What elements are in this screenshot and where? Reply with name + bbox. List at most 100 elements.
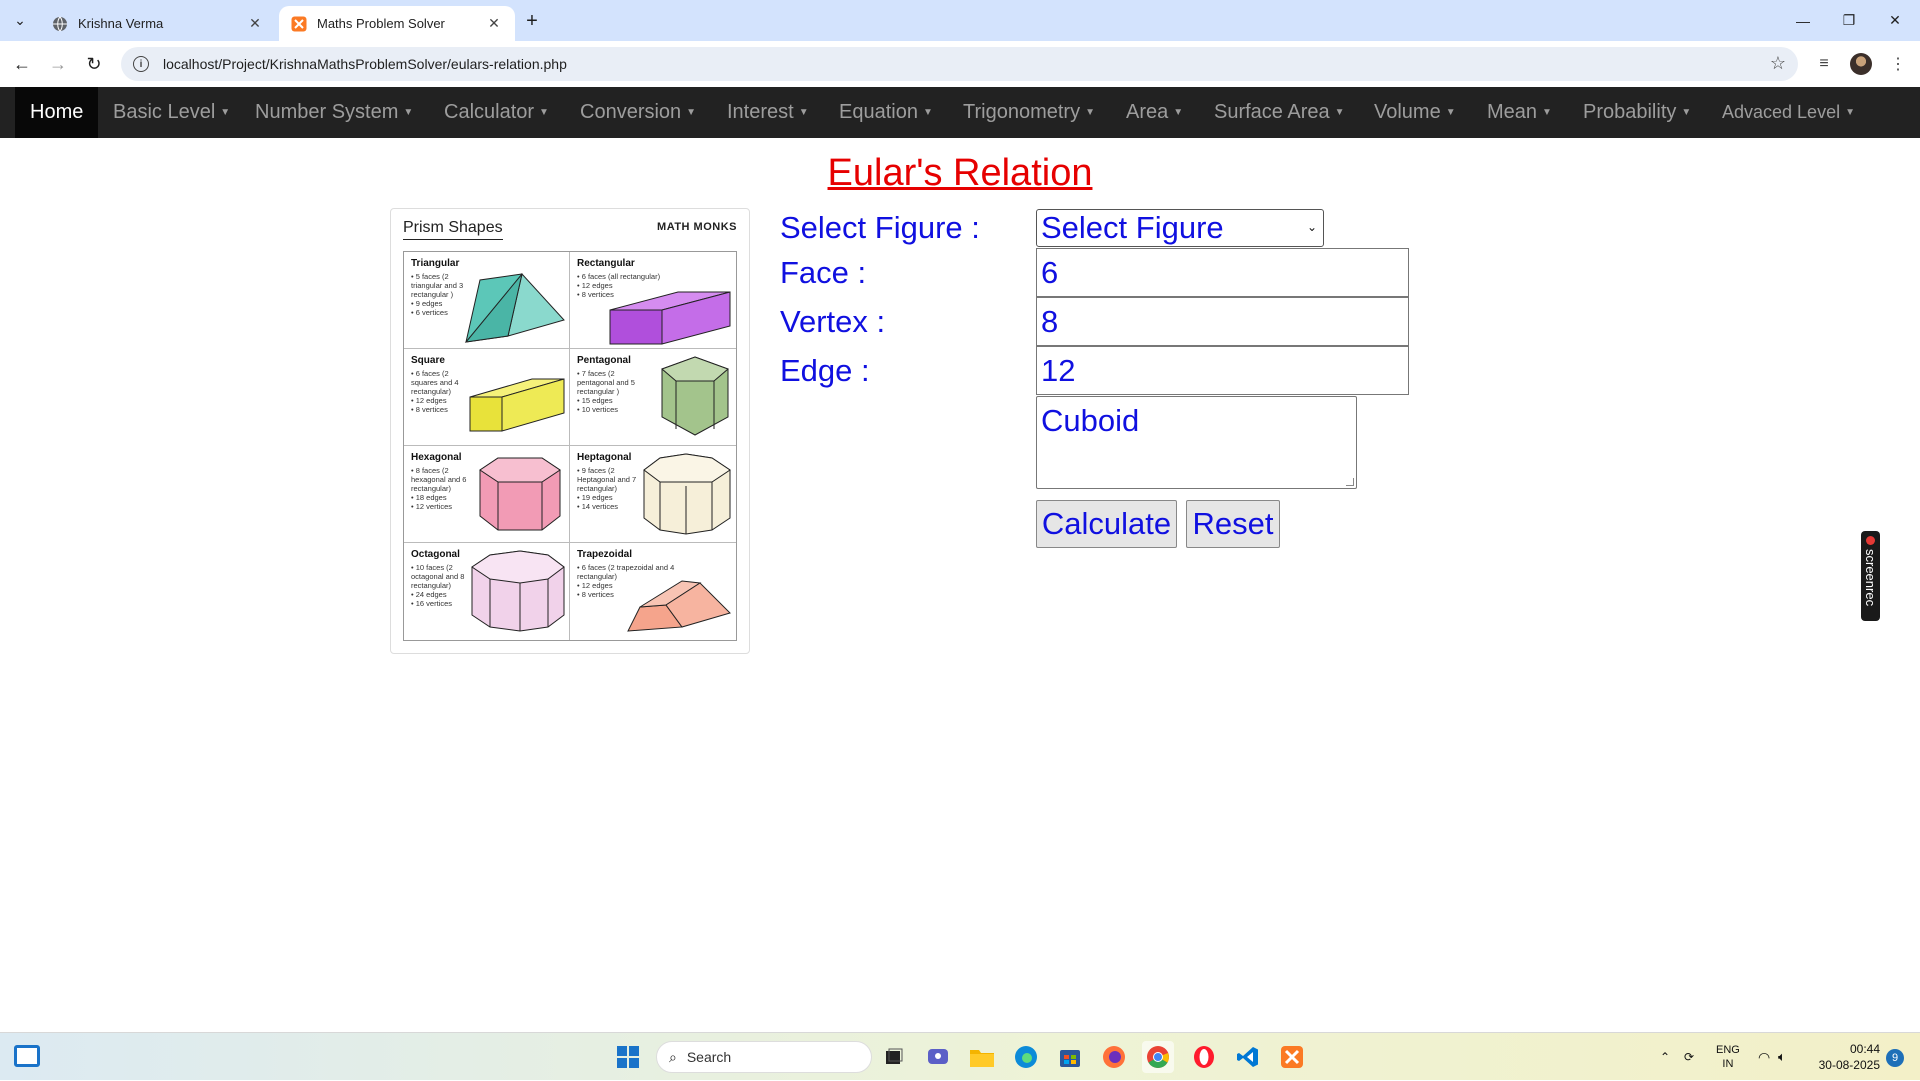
task-view-icon[interactable]	[878, 1041, 910, 1073]
heptagonal-prism-icon	[643, 453, 731, 535]
tray-chevron-up-icon[interactable]: ⌃	[1660, 1033, 1670, 1081]
nav-label: Calculator	[444, 101, 535, 123]
vertex-label: Vertex :	[780, 304, 886, 339]
prism-cell-heptagonal: Heptagonal 9 faces (2 Heptagonal and 7 r…	[570, 446, 736, 543]
start-windows-icon[interactable]	[612, 1041, 644, 1073]
nav-equation[interactable]: Equation ▼	[839, 87, 933, 138]
face-input[interactable]: 6	[1036, 248, 1409, 297]
taskbar-search[interactable]: ⌕ Search	[656, 1041, 872, 1073]
screenrec-label: screenrec	[1863, 549, 1878, 607]
nav-label: Surface Area	[1214, 101, 1330, 123]
nav-basic-level[interactable]: Basic Level ▼	[113, 87, 230, 138]
caret-down-icon: ▼	[403, 107, 414, 118]
nav-conversion[interactable]: Conversion ▼	[580, 87, 696, 138]
speaker-muted-icon[interactable]: 🔈︎	[1778, 1033, 1786, 1081]
caret-down-icon: ▼	[1845, 107, 1855, 118]
face-label: Face :	[780, 255, 867, 290]
windows-taskbar: ⌕ Search ⌃ ⟳ ENG IN ◠ 🔈︎ 00:44 30-08-202…	[0, 1032, 1920, 1080]
reload-icon[interactable]: ↻	[80, 50, 108, 78]
cell-facts: 7 faces (2 pentagonal and 5 rectangular …	[577, 369, 639, 414]
browser-tabstrip: ⌄ Krishna Verma ✕ Maths Problem Solver ✕…	[0, 0, 1920, 41]
fact: 18 edges	[411, 493, 473, 502]
meet-icon[interactable]	[922, 1041, 954, 1073]
nav-home-label: Home	[30, 101, 84, 123]
clock-date: 30-08-2025	[1818, 1058, 1880, 1072]
cell-title: Square	[411, 355, 445, 366]
tab-maths-problem-solver[interactable]: Maths Problem Solver ✕	[279, 6, 515, 41]
file-explorer-icon[interactable]	[966, 1041, 998, 1073]
nav-calculator[interactable]: Calculator ▼	[444, 87, 549, 138]
cell-title: Triangular	[411, 258, 460, 269]
xampp-taskbar-icon[interactable]	[1276, 1041, 1308, 1073]
bookmark-star-icon[interactable]: ☆	[1770, 53, 1786, 74]
cell-title: Heptagonal	[577, 452, 632, 463]
nav-area[interactable]: Area ▼	[1126, 87, 1183, 138]
media-controls-icon[interactable]: ≡	[1812, 52, 1836, 76]
lang-bottom: IN	[1722, 1058, 1734, 1070]
restore-icon[interactable]: ❐	[1826, 0, 1872, 41]
fact: 8 faces (2 hexagonal and 6 rectangular)	[411, 466, 473, 493]
sync-icon[interactable]: ⟳	[1684, 1033, 1694, 1081]
caret-down-icon: ▼	[686, 107, 697, 118]
back-arrow-icon[interactable]: ←	[8, 50, 36, 78]
taskbar-clock[interactable]: 00:44 30-08-2025	[1800, 1041, 1880, 1073]
result-textarea[interactable]: Cuboid	[1036, 396, 1357, 489]
more-menu-icon[interactable]: ⋮	[1886, 52, 1910, 76]
opera-icon[interactable]	[1188, 1041, 1220, 1073]
cell-facts: 10 faces (2 octagonal and 8 rectangular)…	[411, 563, 473, 608]
nav-surface-area[interactable]: Surface Area ▼	[1214, 87, 1345, 138]
close-icon[interactable]: ✕	[485, 15, 503, 33]
square-prism-icon	[469, 378, 565, 432]
calculate-button[interactable]: Calculate	[1036, 500, 1177, 548]
fact: 12 edges	[411, 396, 473, 405]
site-info-icon[interactable]: i	[133, 56, 149, 72]
minimize-icon[interactable]: —	[1780, 0, 1826, 41]
profile-avatar[interactable]	[1850, 53, 1872, 75]
select-figure-value: Select Figure	[1041, 210, 1224, 245]
edge-value: 12	[1041, 352, 1076, 388]
fact: 12 vertices	[411, 502, 473, 511]
reset-button[interactable]: Reset	[1186, 500, 1280, 548]
select-figure-dropdown[interactable]: Select Figure ⌄	[1036, 209, 1324, 247]
tab-title: Maths Problem Solver	[317, 16, 445, 31]
nav-volume[interactable]: Volume ▼	[1374, 87, 1456, 138]
tab-search-chevron-icon[interactable]: ⌄	[8, 8, 32, 32]
firefox-icon[interactable]	[1098, 1041, 1130, 1073]
edge-input[interactable]: 12	[1036, 346, 1409, 395]
screenrec-widget[interactable]: screenrec	[1861, 531, 1880, 621]
nav-trigonometry[interactable]: Trigonometry ▼	[963, 87, 1095, 138]
resize-handle-icon[interactable]	[1346, 478, 1354, 486]
store-icon[interactable]	[1054, 1041, 1086, 1073]
page-title: Eular's Relation	[0, 152, 1920, 195]
nav-home[interactable]: Home	[15, 87, 99, 138]
language-indicator[interactable]: ENG IN	[1716, 1033, 1740, 1081]
chrome-icon[interactable]	[1142, 1041, 1174, 1073]
close-icon[interactable]: ✕	[246, 15, 264, 33]
vertex-input[interactable]: 8	[1036, 297, 1409, 346]
nav-advanced-level[interactable]: Advaced Level ▼	[1722, 87, 1855, 138]
tab-krishna-verma[interactable]: Krishna Verma ✕	[40, 6, 276, 41]
nav-probability[interactable]: Probability ▼	[1583, 87, 1691, 138]
window-close-icon[interactable]: ✕	[1872, 0, 1918, 41]
nav-mean[interactable]: Mean ▼	[1487, 87, 1552, 138]
cell-facts: 9 faces (2 Heptagonal and 7 rectangular)…	[577, 466, 639, 511]
cell-facts: 8 faces (2 hexagonal and 6 rectangular) …	[411, 466, 473, 511]
widgets-icon[interactable]	[14, 1045, 40, 1067]
notification-badge[interactable]: 9	[1886, 1049, 1904, 1067]
new-tab-plus-icon[interactable]: +	[520, 9, 544, 33]
fact: 24 edges	[411, 590, 473, 599]
nav-number-system[interactable]: Number System ▼	[255, 87, 413, 138]
nav-label: Conversion	[580, 101, 682, 123]
vscode-icon[interactable]	[1232, 1041, 1264, 1073]
select-figure-label: Select Figure :	[780, 210, 980, 245]
tab-title: Krishna Verma	[78, 16, 164, 31]
address-bar[interactable]: i localhost/Project/KrishnaMathsProblemS…	[121, 47, 1798, 81]
wifi-icon[interactable]: ◠	[1758, 1033, 1770, 1081]
forward-arrow-icon[interactable]: →	[44, 50, 72, 78]
prism-cell-square: Square 6 faces (2 squares and 4 rectangu…	[404, 349, 570, 446]
edge-browser-icon[interactable]	[1010, 1041, 1042, 1073]
lang-top: ENG	[1716, 1044, 1740, 1056]
search-icon: ⌕	[669, 1048, 677, 1065]
fact: 19 edges	[577, 493, 639, 502]
nav-interest[interactable]: Interest ▼	[727, 87, 809, 138]
